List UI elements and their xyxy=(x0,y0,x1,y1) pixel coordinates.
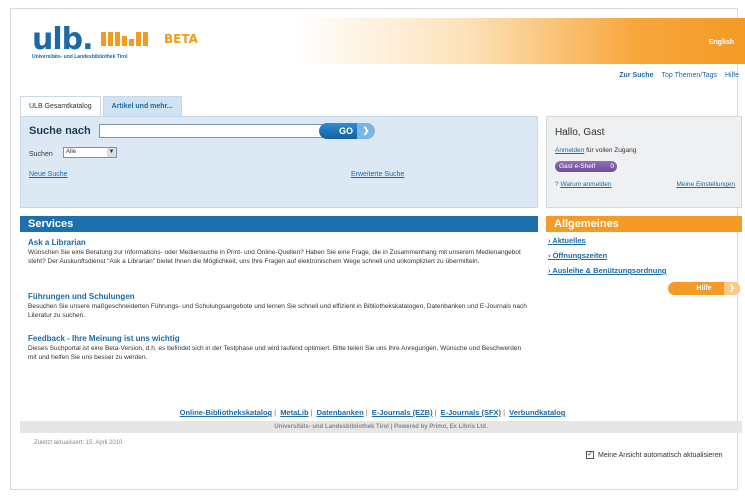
question-icon: ? xyxy=(555,181,559,188)
help-label: Hilfe xyxy=(696,285,712,292)
eshelf-label: Gast e-Shelf xyxy=(559,163,596,170)
footer-link[interactable]: Online-Bibliothekskatalog xyxy=(180,408,273,417)
arrow-right-icon: ❯ xyxy=(724,282,740,295)
search-tabs: ULB Gesamtkatalog Artikel und mehr... xyxy=(20,96,182,116)
nav-hilfe[interactable]: Hilfe xyxy=(725,72,739,79)
services-heading: Services xyxy=(20,216,538,232)
auto-refresh-checkbox[interactable]: ✓ xyxy=(586,451,594,459)
allg-item[interactable]: › Aktuelles xyxy=(548,236,666,245)
search-input[interactable] xyxy=(99,124,337,138)
new-search-link[interactable]: Neue Suche xyxy=(29,171,68,178)
scope-select[interactable]: Alle ▼ xyxy=(63,147,117,158)
eshelf-count: 0 xyxy=(610,163,614,170)
allg-item[interactable]: › Ausleihe & Benützungsordnung xyxy=(548,266,666,275)
language-link[interactable]: English xyxy=(709,39,734,46)
search-label: Suche nach xyxy=(29,125,91,137)
login-link[interactable]: Anmelden xyxy=(555,147,584,154)
advanced-search-link[interactable]: Erweiterte Suche xyxy=(351,171,404,178)
logo-beta: BETA xyxy=(164,32,198,46)
services-body: Ask a Librarian Wünschen Sie eine Beratu… xyxy=(20,232,538,392)
footer-link[interactable]: E-Journals (SFX) xyxy=(441,408,501,417)
login-line: Anmelden für vollen Zugang xyxy=(555,147,636,154)
tab-artikel[interactable]: Artikel und mehr... xyxy=(102,96,182,116)
footer-link[interactable]: Verbundkatalog xyxy=(509,408,565,417)
help-button[interactable]: Hilfe ❯ xyxy=(668,282,740,295)
service-desc: Wünschen Sie eine Beratung zur Informati… xyxy=(28,249,521,265)
auto-refresh-label: Meine Ansicht automatisch aktualisieren xyxy=(598,451,723,459)
allgemeines-list: › Aktuelles › Öffnungszeiten › Ausleihe … xyxy=(548,236,666,281)
allg-item-label: Ausleihe & Benützungsordnung xyxy=(552,266,667,275)
footer-links: Online-Bibliothekskatalog | MetaLib | Date… xyxy=(179,408,566,417)
site-header: ulb. BETA Universitäts- und Landesbiblio… xyxy=(18,18,745,64)
service-desc: Dieses Suchportal ist eine Beta-Version,… xyxy=(28,345,522,361)
footer-bar: Universitäts- und Landesbibliothek Tirol… xyxy=(20,421,742,433)
nav-zur-suche[interactable]: Zur Suche xyxy=(619,72,653,79)
allg-item-label: Aktuelles xyxy=(552,236,586,245)
service-title-feedback[interactable]: Feedback - Ihre Meinung ist uns wichtig xyxy=(28,334,528,343)
allgemeines-heading: Allgemeines xyxy=(546,216,742,232)
footer-link[interactable]: MetaLib xyxy=(280,408,308,417)
tab-gesamtkatalog[interactable]: ULB Gesamtkatalog xyxy=(20,96,101,116)
why-login-line: ? Warum anmelden xyxy=(555,181,612,188)
footer-link[interactable]: Datenbanken xyxy=(317,408,364,417)
service-item: Ask a Librarian Wünschen Sie eine Beratu… xyxy=(28,238,528,266)
nav-top-themen[interactable]: Top Themen/Tags xyxy=(661,72,717,79)
eshelf-button[interactable]: Gast e-Shelf 0 xyxy=(555,161,617,172)
why-login-link[interactable]: Warum anmelden xyxy=(560,181,611,188)
search-panel: Suche nach GO ❯ Suchen Alle ▼ Neue Suche… xyxy=(20,116,538,208)
allg-item[interactable]: › Öffnungszeiten xyxy=(548,251,666,260)
chevron-down-icon: ▼ xyxy=(107,148,116,157)
allg-item-label: Öffnungszeiten xyxy=(552,251,608,260)
scope-label: Suchen xyxy=(29,151,53,158)
logo-bars-icon xyxy=(101,32,148,46)
last-updated: Zuletzt aktualisiert: 15. April 2010 xyxy=(34,440,123,446)
service-desc: Besuchen Sie unsere maßgeschneiderten Fü… xyxy=(28,303,527,319)
auto-refresh: ✓ Meine Ansicht automatisch aktualisiere… xyxy=(586,451,723,459)
go-button[interactable]: GO ❯ xyxy=(319,123,375,139)
scope-selected: Alle xyxy=(66,149,77,155)
service-title-ask[interactable]: Ask a Librarian xyxy=(28,238,528,247)
service-item: Feedback - Ihre Meinung ist uns wichtig … xyxy=(28,334,528,362)
user-panel: Hallo, Gast Anmelden für vollen Zugang G… xyxy=(546,116,742,208)
logo-text[interactable]: ulb. xyxy=(32,22,94,57)
go-label: GO xyxy=(338,126,353,136)
login-suffix: für vollen Zugang xyxy=(586,147,637,154)
arrow-right-icon: ❯ xyxy=(357,123,375,139)
logo-subtitle: Universitäts- und Landesbibliothek Tirol xyxy=(32,54,128,60)
greeting: Hallo, Gast xyxy=(555,127,605,138)
service-item: Führungen und Schulungen Besuchen Sie un… xyxy=(28,292,528,320)
top-nav: Zur Suche Top Themen/Tags Hilfe xyxy=(619,72,739,79)
service-title-fuehrungen[interactable]: Führungen und Schulungen xyxy=(28,292,528,301)
settings-link[interactable]: Meine Einstellungen xyxy=(676,181,735,188)
footer-link[interactable]: E-Journals (EZB) xyxy=(372,408,433,417)
